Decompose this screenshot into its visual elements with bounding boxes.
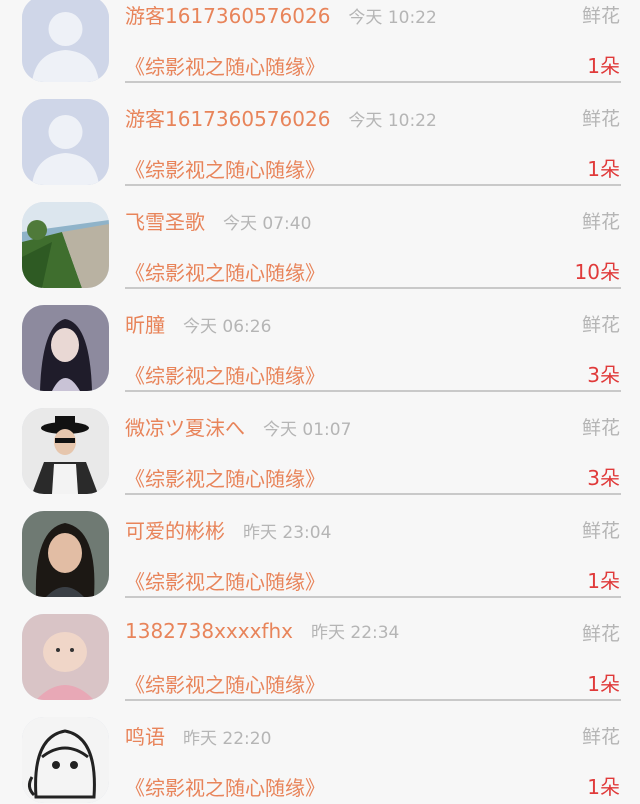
- gift-type: 鲜花: [581, 211, 620, 233]
- man-hat-avatar[interactable]: [22, 408, 109, 494]
- list-item[interactable]: 微凉ツ夏沫へ 今天 01:07 鲜花 《综影视之随心随缘》 3朵: [0, 392, 640, 495]
- list-item[interactable]: 鸣语 昨天 22:20 鲜花 《综影视之随心随缘》 1朵: [0, 701, 640, 804]
- book-title[interactable]: 《综影视之随心随缘》: [125, 360, 325, 389]
- book-title[interactable]: 《综影视之随心随缘》: [125, 154, 325, 183]
- baby-photo-avatar[interactable]: [22, 614, 109, 700]
- book-title[interactable]: 《综影视之随心随缘》: [125, 257, 325, 286]
- user-name-line: 微凉ツ夏沫へ 今天 01:07: [125, 412, 351, 441]
- book-title[interactable]: 《综影视之随心随缘》: [125, 566, 325, 595]
- user-name[interactable]: 昕朣: [125, 309, 165, 338]
- timestamp: 昨天 23:04: [243, 523, 332, 543]
- user-name-line: 游客1617360576026 今天 10:22: [125, 103, 437, 132]
- user-name[interactable]: 鸣语: [125, 721, 165, 750]
- user-name[interactable]: 1382738xxxxfhx: [125, 619, 293, 643]
- timestamp: 今天 10:22: [348, 8, 437, 28]
- gift-type: 鲜花: [581, 417, 620, 439]
- gift-count: 3朵: [587, 466, 620, 490]
- gift-type: 鲜花: [581, 520, 620, 542]
- book-title[interactable]: 《综影视之随心随缘》: [125, 669, 325, 698]
- list-item[interactable]: 游客1617360576026 今天 10:22 鲜花 《综影视之随心随缘》 1…: [0, 83, 640, 186]
- book-title[interactable]: 《综影视之随心随缘》: [125, 463, 325, 492]
- user-name-line: 可爱的彬彬 昨天 23:04: [125, 515, 331, 544]
- user-name[interactable]: 飞雪圣歌: [125, 206, 205, 235]
- timestamp: 今天 01:07: [263, 420, 352, 440]
- user-name-line: 1382738xxxxfhx 昨天 22:34: [125, 618, 399, 643]
- list-item[interactable]: 可爱的彬彬 昨天 23:04 鲜花 《综影视之随心随缘》 1朵: [0, 495, 640, 598]
- timestamp: 今天 06:26: [183, 317, 272, 337]
- gift-count: 10朵: [574, 260, 620, 284]
- list-item[interactable]: 1382738xxxxfhx 昨天 22:34 鲜花 《综影视之随心随缘》 1朵: [0, 598, 640, 701]
- list-item[interactable]: 游客1617360576026 今天 10:22 鲜花 《综影视之随心随缘》 1…: [0, 0, 640, 83]
- gift-count: 1朵: [587, 54, 620, 78]
- user-name[interactable]: 游客1617360576026: [125, 103, 330, 132]
- road-photo-avatar[interactable]: [22, 202, 109, 288]
- book-title[interactable]: 《综影视之随心随缘》: [125, 772, 325, 801]
- gift-type: 鲜花: [581, 108, 620, 130]
- gift-count: 1朵: [587, 157, 620, 181]
- default-avatar[interactable]: [22, 99, 109, 185]
- gift-count: 3朵: [587, 363, 620, 387]
- gift-type: 鲜花: [581, 623, 620, 645]
- book-title[interactable]: 《综影视之随心随缘》: [125, 51, 325, 80]
- user-name-line: 游客1617360576026 今天 10:22: [125, 0, 437, 29]
- user-name[interactable]: 微凉ツ夏沫へ: [125, 412, 245, 441]
- manga-girl-avatar[interactable]: [22, 717, 109, 803]
- gift-type: 鲜花: [581, 5, 620, 27]
- timestamp: 今天 07:40: [223, 214, 312, 234]
- user-name[interactable]: 可爱的彬彬: [125, 515, 225, 544]
- gift-type: 鲜花: [581, 726, 620, 748]
- gift-count: 1朵: [587, 672, 620, 696]
- timestamp: 昨天 22:20: [183, 729, 272, 749]
- woman-photo-avatar[interactable]: [22, 511, 109, 597]
- list-item[interactable]: 昕朣 今天 06:26 鲜花 《综影视之随心随缘》 3朵: [0, 289, 640, 392]
- user-name-line: 鸣语 昨天 22:20: [125, 721, 271, 750]
- gift-count: 1朵: [587, 775, 620, 799]
- gift-count: 1朵: [587, 569, 620, 593]
- user-name-line: 飞雪圣歌 今天 07:40: [125, 206, 311, 235]
- default-avatar[interactable]: [22, 0, 109, 82]
- gift-list: 游客1617360576026 今天 10:22 鲜花 《综影视之随心随缘》 1…: [0, 0, 640, 803]
- gift-type: 鲜花: [581, 314, 620, 336]
- timestamp: 昨天 22:34: [310, 623, 400, 643]
- timestamp: 今天 10:22: [348, 111, 437, 131]
- user-name-line: 昕朣 今天 06:26: [125, 309, 271, 338]
- user-name[interactable]: 游客1617360576026: [125, 0, 330, 29]
- anime-girl-avatar[interactable]: [22, 305, 109, 391]
- list-item[interactable]: 飞雪圣歌 今天 07:40 鲜花 《综影视之随心随缘》 10朵: [0, 186, 640, 289]
